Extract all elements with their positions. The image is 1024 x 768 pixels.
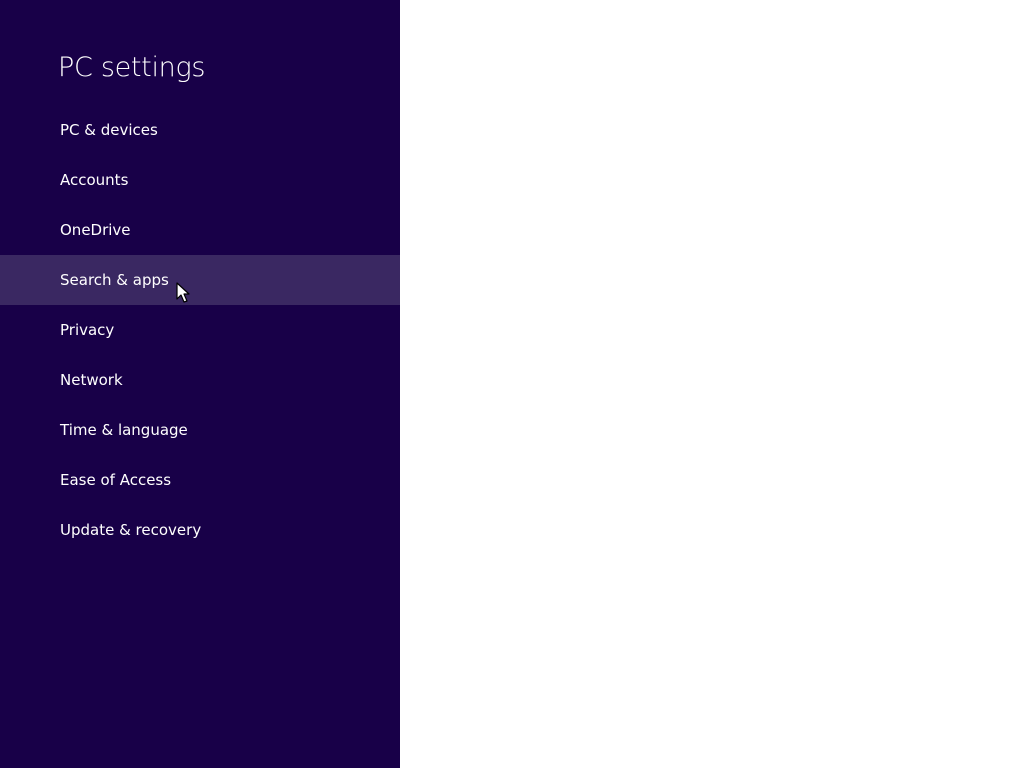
sidebar-item-network[interactable]: Network [0, 355, 400, 405]
sidebar-item-update-recovery[interactable]: Update & recovery [0, 505, 400, 555]
page-title: PC settings [58, 52, 206, 83]
sidebar-item-accounts[interactable]: Accounts [0, 155, 400, 205]
sidebar-item-privacy[interactable]: Privacy [0, 305, 400, 355]
sidebar-item-pc-devices[interactable]: PC & devices [0, 105, 400, 155]
sidebar-item-ease-of-access[interactable]: Ease of Access [0, 455, 400, 505]
sidebar-nav: PC & devices Accounts OneDrive Search & … [0, 105, 400, 555]
content-pane [400, 0, 1024, 768]
sidebar-item-search-apps[interactable]: Search & apps [0, 255, 400, 305]
pc-settings-screen: PC settings PC & devices Accounts OneDri… [0, 0, 1024, 768]
sidebar: PC settings PC & devices Accounts OneDri… [0, 0, 400, 768]
sidebar-item-time-language[interactable]: Time & language [0, 405, 400, 455]
sidebar-item-onedrive[interactable]: OneDrive [0, 205, 400, 255]
mouse-pointer-icon [176, 282, 190, 303]
